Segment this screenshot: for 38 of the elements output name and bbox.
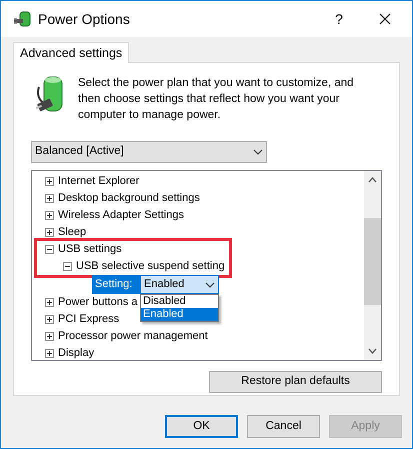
expand-icon[interactable] (45, 298, 54, 307)
dialog-button[interactable]: OK (165, 415, 238, 438)
tree-item[interactable]: Internet Explorer (57, 173, 140, 190)
tree-item[interactable]: Processor power management (57, 328, 209, 345)
help-button[interactable]: ? (316, 1, 362, 37)
chevron-down-icon (253, 149, 263, 155)
tree-item[interactable]: Wireless Adapter Settings (57, 207, 185, 224)
restore-defaults-button[interactable]: Restore plan defaults (209, 371, 382, 393)
dropdown-option[interactable]: Enabled (141, 308, 218, 321)
tree-item[interactable]: Desktop background settings (57, 190, 201, 207)
expand-icon[interactable] (45, 315, 54, 324)
scrollbar-thumb[interactable] (364, 218, 381, 305)
expand-icon[interactable] (45, 177, 54, 186)
expand-icon[interactable] (45, 332, 54, 341)
description-text: Select the power plan that you want to customize, and then choose settings that reflect how you want your computer to manage power. (78, 76, 355, 123)
expand-icon[interactable] (45, 211, 54, 220)
dialog-button[interactable]: Cancel (247, 415, 320, 438)
tree-item[interactable]: PCI Express (57, 311, 120, 328)
collapse-icon[interactable] (63, 262, 72, 271)
close-icon (379, 13, 391, 25)
tree-item[interactable]: Display (57, 345, 96, 360)
tree-item[interactable]: USB selective suspend setting (75, 258, 226, 275)
window-title: Power Options (38, 10, 130, 29)
tree-item[interactable]: Power buttons a (57, 294, 138, 311)
plan-dropdown[interactable]: Balanced [Active] (31, 141, 267, 163)
tab[interactable]: Advanced settings (13, 42, 130, 63)
collapse-icon[interactable] (45, 245, 54, 254)
tree-item[interactable]: Sleep (57, 224, 88, 241)
scrollbar[interactable] (364, 171, 381, 360)
chevron-down-icon (205, 282, 215, 288)
battery-plug-icon (14, 11, 32, 27)
expand-icon[interactable] (45, 194, 54, 203)
setting-label: Setting: (92, 275, 140, 294)
dropdown-option[interactable]: Disabled (141, 295, 218, 308)
expand-icon[interactable] (45, 349, 54, 358)
expand-icon[interactable] (45, 228, 54, 237)
tree-item[interactable]: USB settings (57, 241, 123, 258)
setting-dropdown[interactable]: Enabled (140, 275, 219, 294)
